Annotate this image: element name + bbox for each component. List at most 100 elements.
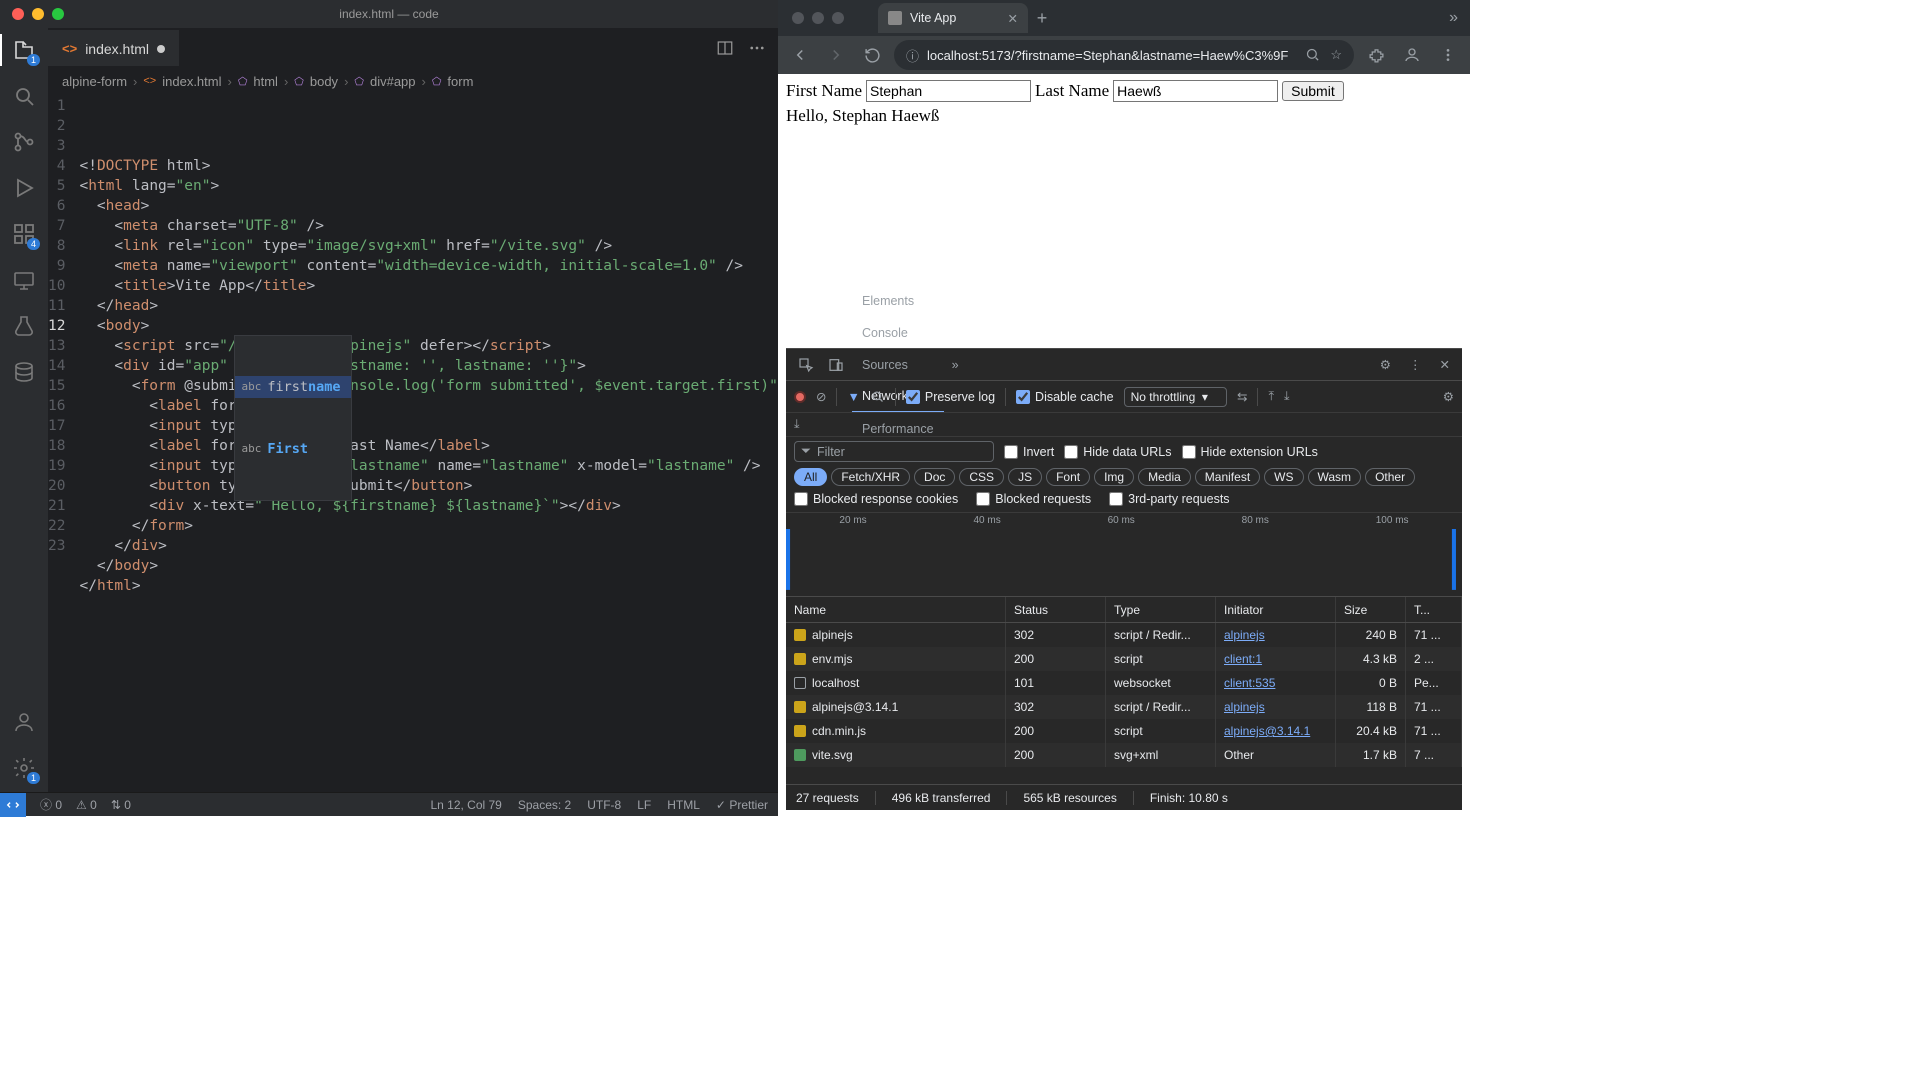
code-editor[interactable]: 1234567891011121314151617181920212223 ab… [48,94,778,792]
breadcrumb-item[interactable]: html [253,74,278,89]
split-editor-icon[interactable] [716,39,734,57]
breadcrumb-item[interactable]: div#app [370,74,416,89]
bookmark-icon[interactable]: ☆ [1330,47,1342,63]
network-timeline[interactable]: 20 ms40 ms60 ms80 ms100 ms [786,513,1462,597]
cell-initiator[interactable]: client:535 [1216,671,1336,695]
new-tab-button[interactable]: + [1028,8,1056,29]
testing-icon[interactable] [10,312,38,340]
forward-button[interactable] [822,41,850,69]
table-row[interactable]: localhost101websocketclient:5350 BPe... [786,671,1462,695]
clear-button[interactable]: ⊘ [816,389,826,404]
address-bar[interactable]: ⓘ localhost:5173/?firstname=Stephan&last… [894,40,1354,70]
warnings-count[interactable]: ⚠ 0 [76,798,97,812]
table-header[interactable]: NameStatusTypeInitiatorSizeT... [786,597,1462,623]
breadcrumb-item[interactable]: body [310,74,338,89]
settings-gear-icon[interactable]: 1 [10,754,38,782]
column-header[interactable]: T... [1406,597,1462,622]
table-row[interactable]: alpinejs302script / Redir...alpinejs240 … [786,623,1462,647]
devtools-settings-icon[interactable]: ⚙ [1374,357,1397,372]
throttling-select[interactable]: No throttling ▾ [1124,387,1227,407]
close-tab-icon[interactable]: ✕ [1008,11,1018,26]
hide-data-urls-checkbox[interactable]: Hide data URLs [1064,445,1171,459]
type-pill-manifest[interactable]: Manifest [1195,468,1260,486]
breadcrumb-item[interactable]: form [447,74,473,89]
more-tabs-icon[interactable]: » [946,358,965,372]
database-icon[interactable] [10,358,38,386]
table-row[interactable]: env.mjs200scriptclient:14.3 kB2 ... [786,647,1462,671]
eol[interactable]: LF [637,798,651,812]
column-header[interactable]: Initiator [1216,597,1336,622]
expand-tabs-icon[interactable]: » [1449,9,1470,27]
submit-button[interactable]: Submit [1282,81,1344,101]
table-row[interactable]: vite.svg200svg+xmlOther1.7 kB7 ... [786,743,1462,767]
prettier-status[interactable]: ✓ Prettier [716,798,768,812]
table-row[interactable]: cdn.min.js200scriptalpinejs@3.14.120.4 k… [786,719,1462,743]
network-settings-icon[interactable]: ⚙ [1443,389,1454,404]
export-har-icon[interactable]: ⤓ [1284,389,1290,404]
remote-explorer-icon[interactable] [10,266,38,294]
errors-count[interactable]: ⓧ 0 [40,796,62,813]
table-row[interactable]: alpinejs@3.14.1302script / Redir...alpin… [786,695,1462,719]
devtools-close-icon[interactable]: ✕ [1434,357,1456,372]
record-button[interactable] [794,391,806,403]
browser-tab[interactable]: Vite App ✕ [878,3,1028,33]
type-pill-all[interactable]: All [794,468,827,486]
invert-checkbox[interactable]: Invert [1004,445,1054,459]
encoding[interactable]: UTF-8 [587,798,621,812]
column-header[interactable]: Type [1106,597,1216,622]
cursor-position[interactable]: Ln 12, Col 79 [430,798,501,812]
extensions-puzzle-icon[interactable] [1362,41,1390,69]
chrome-menu-icon[interactable] [1434,41,1462,69]
type-pill-doc[interactable]: Doc [914,468,955,486]
reload-button[interactable] [858,41,886,69]
suggest-item[interactable]: abcFirst [235,438,350,460]
type-pill-ws[interactable]: WS [1264,468,1303,486]
column-header[interactable]: Size [1336,597,1406,622]
search-icon[interactable] [870,389,885,404]
cell-initiator[interactable]: alpinejs@3.14.1 [1216,719,1336,743]
type-pill-css[interactable]: CSS [959,468,1004,486]
cell-initiator[interactable]: client:1 [1216,647,1336,671]
more-actions-icon[interactable] [748,39,766,57]
disable-cache-checkbox[interactable]: Disable cache [1016,390,1114,404]
breadcrumb-item[interactable]: alpine-form [62,74,127,89]
zoom-icon[interactable] [1305,47,1320,63]
site-info-icon[interactable]: ⓘ [906,46,919,65]
third-party-checkbox[interactable]: 3rd-party requests [1109,492,1229,506]
code-content[interactable]: abcfirstname abcFirst <!DOCTYPE html><ht… [79,94,778,792]
inspect-element-icon[interactable] [792,357,820,373]
type-pill-js[interactable]: JS [1008,468,1042,486]
ports-count[interactable]: ⇅ 0 [111,798,131,812]
column-header[interactable]: Name [786,597,1006,622]
remote-indicator-icon[interactable] [0,793,26,817]
extensions-icon[interactable]: 4 [10,220,38,248]
blocked-requests-checkbox[interactable]: Blocked requests [976,492,1091,506]
editor-tab[interactable]: <> index.html [48,30,179,66]
download-icon[interactable]: ⤓ [794,417,800,431]
devtools-menu-icon[interactable]: ⋮ [1403,357,1428,372]
devtools-tab-elements[interactable]: Elements [852,285,944,317]
run-debug-icon[interactable] [10,174,38,202]
preserve-log-checkbox[interactable]: Preserve log [906,390,995,404]
explorer-icon[interactable]: 1 [10,36,38,64]
type-pill-font[interactable]: Font [1046,468,1090,486]
close-window-icon[interactable] [792,12,804,24]
device-toolbar-icon[interactable] [822,357,850,373]
column-header[interactable]: Status [1006,597,1106,622]
search-icon[interactable] [10,82,38,110]
filter-toggle-icon[interactable]: ▼ [847,390,859,404]
type-pill-img[interactable]: Img [1094,468,1134,486]
indentation[interactable]: Spaces: 2 [518,798,571,812]
devtools-tab-console[interactable]: Console [852,317,944,349]
filter-input[interactable]: ⏷Filter [794,441,994,462]
breadcrumbs[interactable]: alpine-form› <>index.html› ⬠html› ⬠body›… [48,68,778,94]
hide-extension-urls-checkbox[interactable]: Hide extension URLs [1182,445,1318,459]
accounts-icon[interactable] [10,708,38,736]
first-name-input[interactable] [866,80,1031,102]
breadcrumb-item[interactable]: index.html [162,74,221,89]
back-button[interactable] [786,41,814,69]
devtools-tab-sources[interactable]: Sources [852,349,944,381]
intellisense-popup[interactable]: abcfirstname abcFirst [234,335,351,501]
type-pill-fetchxhr[interactable]: Fetch/XHR [831,468,910,486]
source-control-icon[interactable] [10,128,38,156]
